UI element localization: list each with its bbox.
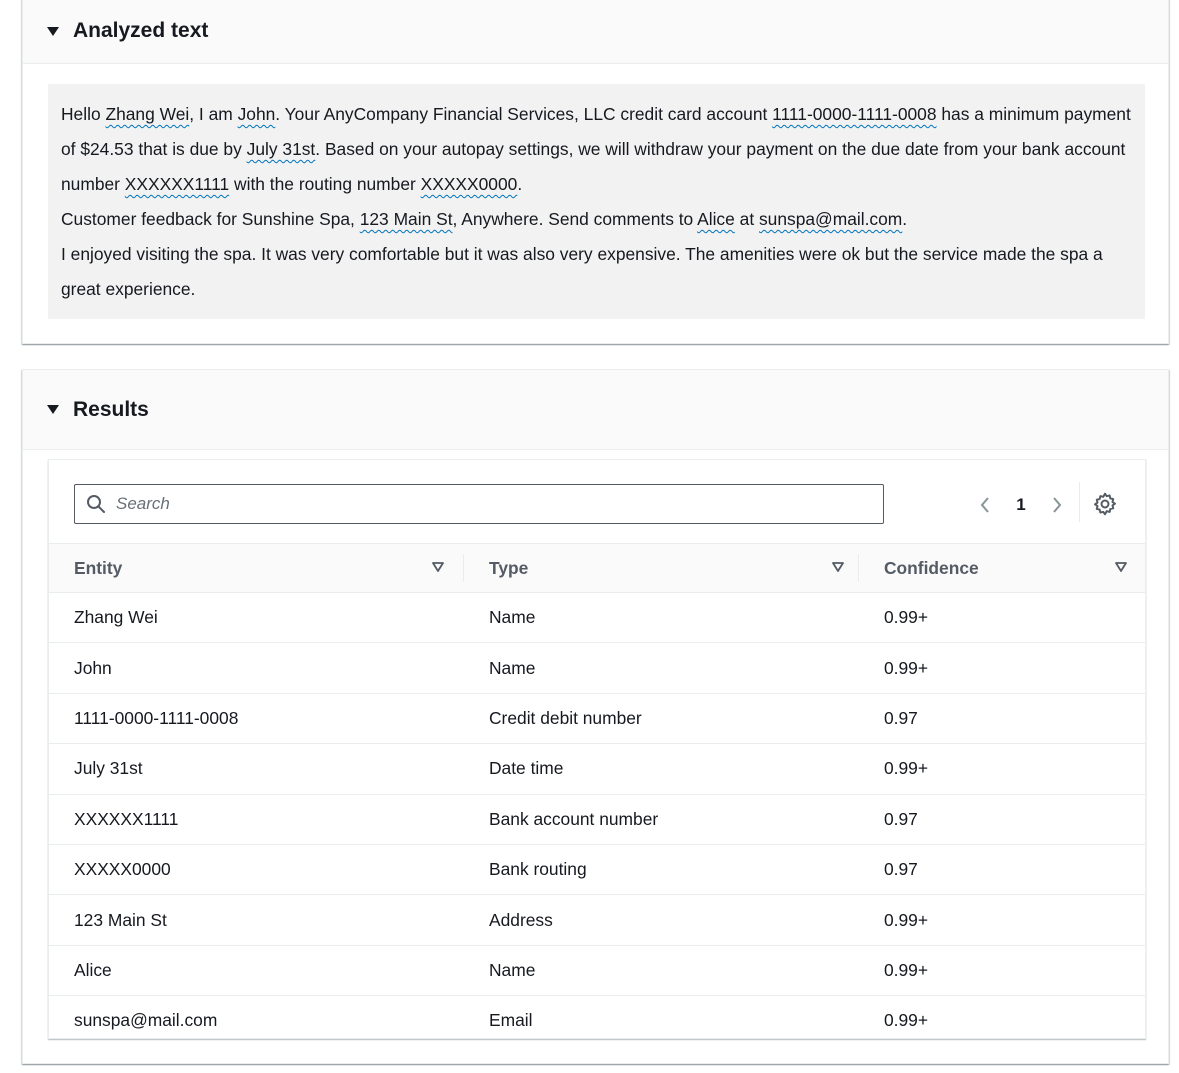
text-segment: , I am (189, 104, 238, 124)
cell-entity: July 31st (49, 743, 464, 795)
table-row: 123 Main St Address 0.99+ (49, 894, 1145, 946)
cell-entity: XXXXX0000 (49, 844, 464, 896)
search-input[interactable] (114, 493, 858, 515)
results-header[interactable]: Results (23, 370, 1168, 450)
cell-entity: sunspa@mail.com (74, 1010, 218, 1031)
cell-type: Name (464, 945, 859, 997)
cell-entity: John (49, 642, 464, 694)
results-table-container: 1 Entity (48, 459, 1146, 1039)
entity-highlight[interactable]: XXXXX0000 (421, 174, 518, 194)
sort-triangle-icon[interactable] (1114, 561, 1128, 573)
cell-type: Email (489, 1010, 533, 1031)
cell-entity: Alice (49, 945, 464, 997)
text-segment: . Your AnyCompany Financial Services, LL… (275, 104, 773, 124)
table-toolbar: 1 (49, 460, 1145, 544)
caret-down-icon (47, 405, 59, 414)
cell-entity: 123 Main St (49, 894, 464, 946)
chevron-right-icon[interactable] (1046, 490, 1068, 520)
analyzed-text-title: Analyzed text (73, 19, 209, 42)
text-segment: Hello (61, 104, 106, 124)
cell-confidence: 0.97 (859, 693, 1145, 745)
cell-type: Bank routing (464, 844, 859, 896)
analyzed-text-header[interactable]: Analyzed text (23, 0, 1168, 64)
table-row: John Name 0.99+ (49, 642, 1145, 694)
table-row: sunspa@mail.com Email 0.99+ (49, 996, 1145, 1046)
cell-confidence: 0.99+ (859, 642, 1145, 694)
column-header-type[interactable]: Type (464, 544, 859, 593)
pagination: 1 (974, 490, 1068, 520)
cell-type: Bank account number (464, 794, 859, 845)
column-label: Entity (74, 557, 123, 578)
column-header-entity[interactable]: Entity (49, 544, 464, 593)
table-header-row: Entity Type Confidence (49, 544, 1145, 593)
column-label: Type (489, 557, 529, 578)
cell-type: Name (464, 642, 859, 694)
results-title: Results (73, 397, 149, 421)
entity-highlight[interactable]: John (238, 104, 276, 124)
gear-icon[interactable] (1092, 491, 1118, 517)
sort-triangle-icon[interactable] (831, 561, 845, 573)
analyzed-paragraph-3: I enjoyed visiting the spa. It was very … (61, 244, 1103, 299)
text-segment: Customer feedback for Sunshine Spa, (61, 209, 360, 229)
cell-type: Name (464, 592, 859, 644)
table-row: July 31st Date time 0.99+ (49, 743, 1145, 795)
cell-type: Credit debit number (464, 693, 859, 745)
search-field[interactable] (74, 484, 884, 524)
text-segment: at (734, 209, 759, 229)
cell-confidence: 0.99+ (859, 945, 1145, 997)
cell-type: Address (464, 894, 859, 946)
cell-entity: Zhang Wei (49, 592, 464, 644)
table-row: Zhang Wei Name 0.99+ (49, 592, 1145, 644)
cell-confidence: 0.99+ (884, 1010, 929, 1031)
cell-entity: 1111-0000-1111-0008 (49, 693, 464, 745)
caret-down-icon (47, 26, 59, 36)
entity-highlight[interactable]: Alice (697, 209, 735, 229)
entity-highlight[interactable]: 123 Main St (360, 209, 453, 229)
cell-entity: XXXXXX1111 (49, 794, 464, 845)
text-segment: with the routing number (229, 174, 421, 194)
chevron-left-icon[interactable] (974, 490, 996, 520)
text-segment: . (517, 174, 523, 194)
analyzed-paragraph-2: Customer feedback for Sunshine Spa, 123 … (61, 202, 1132, 237)
search-icon (87, 495, 105, 513)
table-row: Alice Name 0.99+ (49, 945, 1145, 997)
entity-highlight[interactable]: XXXXXX1111 (125, 174, 229, 194)
entity-highlight[interactable]: July 31st (247, 139, 316, 159)
results-table: Entity Type Confidence Zhang Wei Name 0.… (49, 544, 1145, 1046)
sort-triangle-icon[interactable] (431, 561, 445, 573)
results-panel: Results 1 (22, 369, 1169, 1064)
analyzed-paragraph-1: Hello Zhang Wei, I am John. Your AnyComp… (61, 97, 1132, 202)
analyzed-text-panel: Analyzed text Hello Zhang Wei, I am John… (22, 0, 1169, 344)
cell-confidence: 0.99+ (859, 743, 1145, 795)
table-row: XXXXX0000 Bank routing 0.97 (49, 844, 1145, 896)
text-segment: . (902, 209, 908, 229)
analyzed-text-body: Hello Zhang Wei, I am John. Your AnyComp… (48, 84, 1145, 319)
cell-confidence: 0.99+ (859, 894, 1145, 946)
cell-confidence: 0.97 (859, 794, 1145, 845)
column-label: Confidence (884, 557, 979, 578)
text-segment: , Anywhere. Send comments to (452, 209, 698, 229)
entity-highlight[interactable]: Zhang Wei (105, 104, 189, 124)
cell-confidence: 0.99+ (859, 592, 1145, 644)
page-number[interactable]: 1 (996, 495, 1046, 515)
table-row: XXXXXX1111 Bank account number 0.97 (49, 794, 1145, 845)
entity-highlight[interactable]: 1111-0000-1111-0008 (772, 104, 936, 124)
cell-confidence: 0.97 (859, 844, 1145, 896)
cell-type: Date time (464, 743, 859, 795)
toolbar-divider (1079, 482, 1080, 522)
entity-highlight[interactable]: sunspa@mail.com (759, 209, 902, 229)
table-row: 1111-0000-1111-0008 Credit debit number 0.… (49, 693, 1145, 745)
column-header-confidence[interactable]: Confidence (859, 544, 1145, 593)
